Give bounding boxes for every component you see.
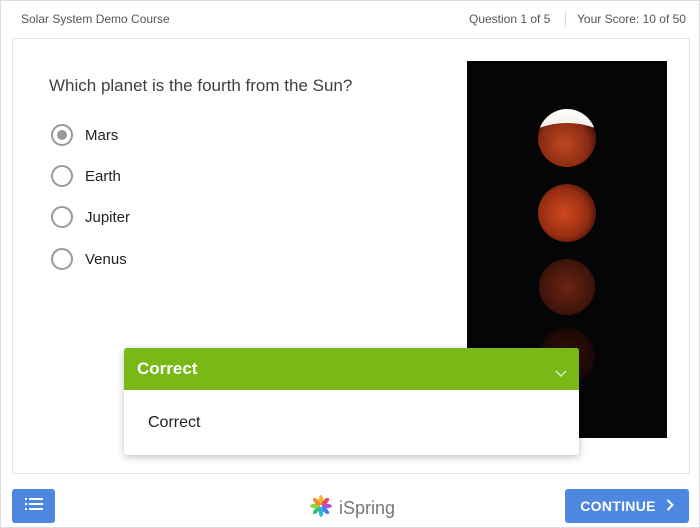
option-label: Mars xyxy=(85,126,119,144)
feedback-header[interactable]: Correct xyxy=(124,348,579,390)
ispring-logo: iSpring xyxy=(309,494,395,523)
logo-text: iSpring xyxy=(339,498,396,518)
radio-button[interactable] xyxy=(51,206,73,228)
feedback-popup: Correct Correct xyxy=(124,348,579,455)
menu-button[interactable] xyxy=(12,489,55,523)
quiz-player: Solar System Demo Course Question 1 of 5… xyxy=(0,0,700,528)
score-display: Your Score: 10 of 50 xyxy=(577,12,686,26)
option-mars[interactable]: Mars xyxy=(51,124,118,146)
menu-list-icon xyxy=(24,497,43,516)
feedback-message: Correct xyxy=(148,414,201,431)
radio-button[interactable] xyxy=(51,248,73,270)
top-bar: Solar System Demo Course Question 1 of 5… xyxy=(1,1,699,37)
feedback-title: Correct xyxy=(137,359,198,378)
option-label: Earth xyxy=(85,167,121,185)
option-earth[interactable]: Earth xyxy=(51,165,121,187)
option-venus[interactable]: Venus xyxy=(51,248,127,270)
option-label: Venus xyxy=(85,250,127,268)
option-jupiter[interactable]: Jupiter xyxy=(51,206,130,228)
chevron-down-icon[interactable] xyxy=(555,363,567,383)
chevron-right-icon xyxy=(656,498,674,514)
radio-button[interactable] xyxy=(51,165,73,187)
divider xyxy=(565,11,566,27)
question-text: Which planet is the fourth from the Sun? xyxy=(49,76,353,95)
continue-button[interactable]: CONTINUE xyxy=(565,489,689,523)
question-counter: Question 1 of 5 xyxy=(469,12,551,26)
bottom-bar: iSpring CONTINUE xyxy=(1,475,699,528)
course-title: Solar System Demo Course xyxy=(21,12,170,26)
radio-button[interactable] xyxy=(51,124,73,146)
option-label: Jupiter xyxy=(85,208,131,226)
ispring-logo-icon xyxy=(309,494,333,523)
continue-label: CONTINUE xyxy=(580,498,656,514)
